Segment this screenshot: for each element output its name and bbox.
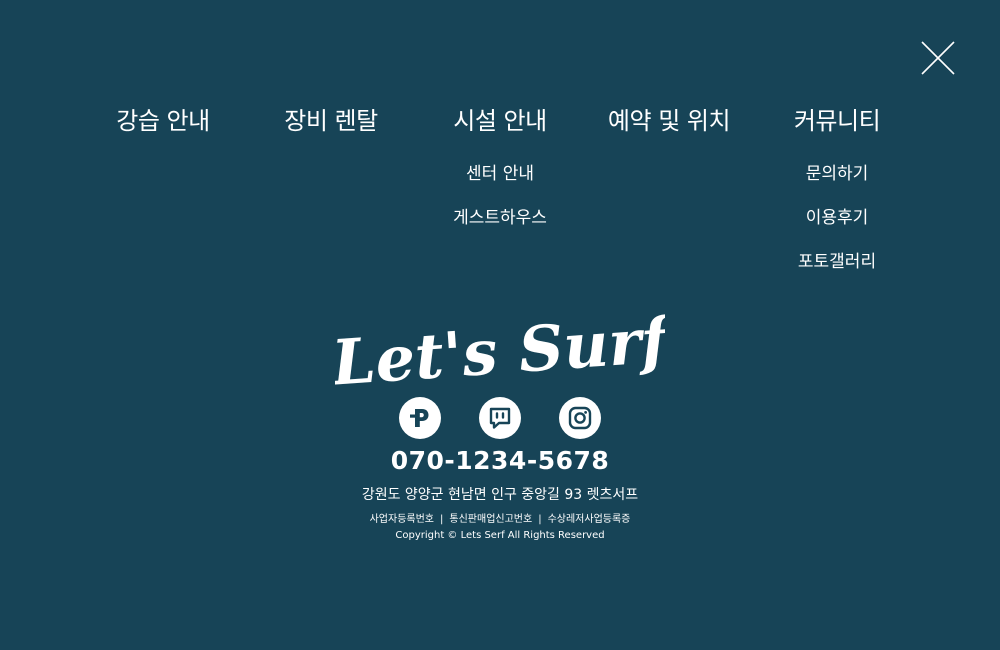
nav-item-community[interactable]: 커뮤니티: [737, 100, 937, 142]
chat-icon: [489, 407, 511, 429]
talk-link[interactable]: [479, 397, 521, 439]
separator: |: [538, 514, 542, 525]
separator: |: [440, 514, 444, 525]
instagram-link[interactable]: [559, 397, 601, 439]
address: 강원도 양양군 현남면 인구 중앙길 93 렛츠서프: [361, 487, 639, 503]
business-registration-number: 사업자등록번호: [369, 514, 435, 525]
facilities-submenu: 센터 안내 게스트하우스: [400, 152, 600, 240]
instagram-icon: [568, 406, 592, 430]
water-leisure-license: 수상레저사업등록증: [547, 514, 631, 525]
submenu-item-reviews[interactable]: 이용후기: [737, 196, 937, 240]
close-button[interactable]: [920, 40, 956, 76]
social-links: [0, 397, 1000, 439]
business-info: 사업자등록번호 | 통신판매업신고번호 | 수상레저사업등록증: [0, 513, 1000, 527]
copyright: Copyright © Lets Serf All Rights Reserve…: [395, 530, 605, 541]
submenu-item-center[interactable]: 센터 안내: [400, 152, 600, 196]
close-icon: [921, 41, 955, 75]
svg-text:Let's Surf: Let's Surf: [335, 305, 665, 397]
community-submenu: 문의하기 이용후기 포토갤러리: [737, 152, 937, 284]
naver-pay-icon: [410, 409, 429, 427]
submenu-item-guesthouse[interactable]: 게스트하우스: [400, 196, 600, 240]
fullscreen-menu: 강습 안내 장비 렌탈 시설 안내 센터 안내 게스트하우스 예약 및 위치 커…: [0, 100, 1000, 290]
submenu-item-inquiry[interactable]: 문의하기: [737, 152, 937, 196]
naver-pay-link[interactable]: [399, 397, 441, 439]
phone-number[interactable]: 070-1234-5678: [0, 445, 1000, 477]
submenu-item-gallery[interactable]: 포토갤러리: [737, 240, 937, 284]
mail-order-registration-number: 통신판매업신고번호: [449, 514, 533, 525]
footer-info: Let's Surf 070-1234-5678 강원도 양양군 현남면 인구 …: [0, 305, 1000, 543]
lets-surf-logo[interactable]: Let's Surf: [335, 305, 665, 397]
nav-column-community: 커뮤니티 문의하기 이용후기 포토갤러리: [737, 100, 937, 284]
